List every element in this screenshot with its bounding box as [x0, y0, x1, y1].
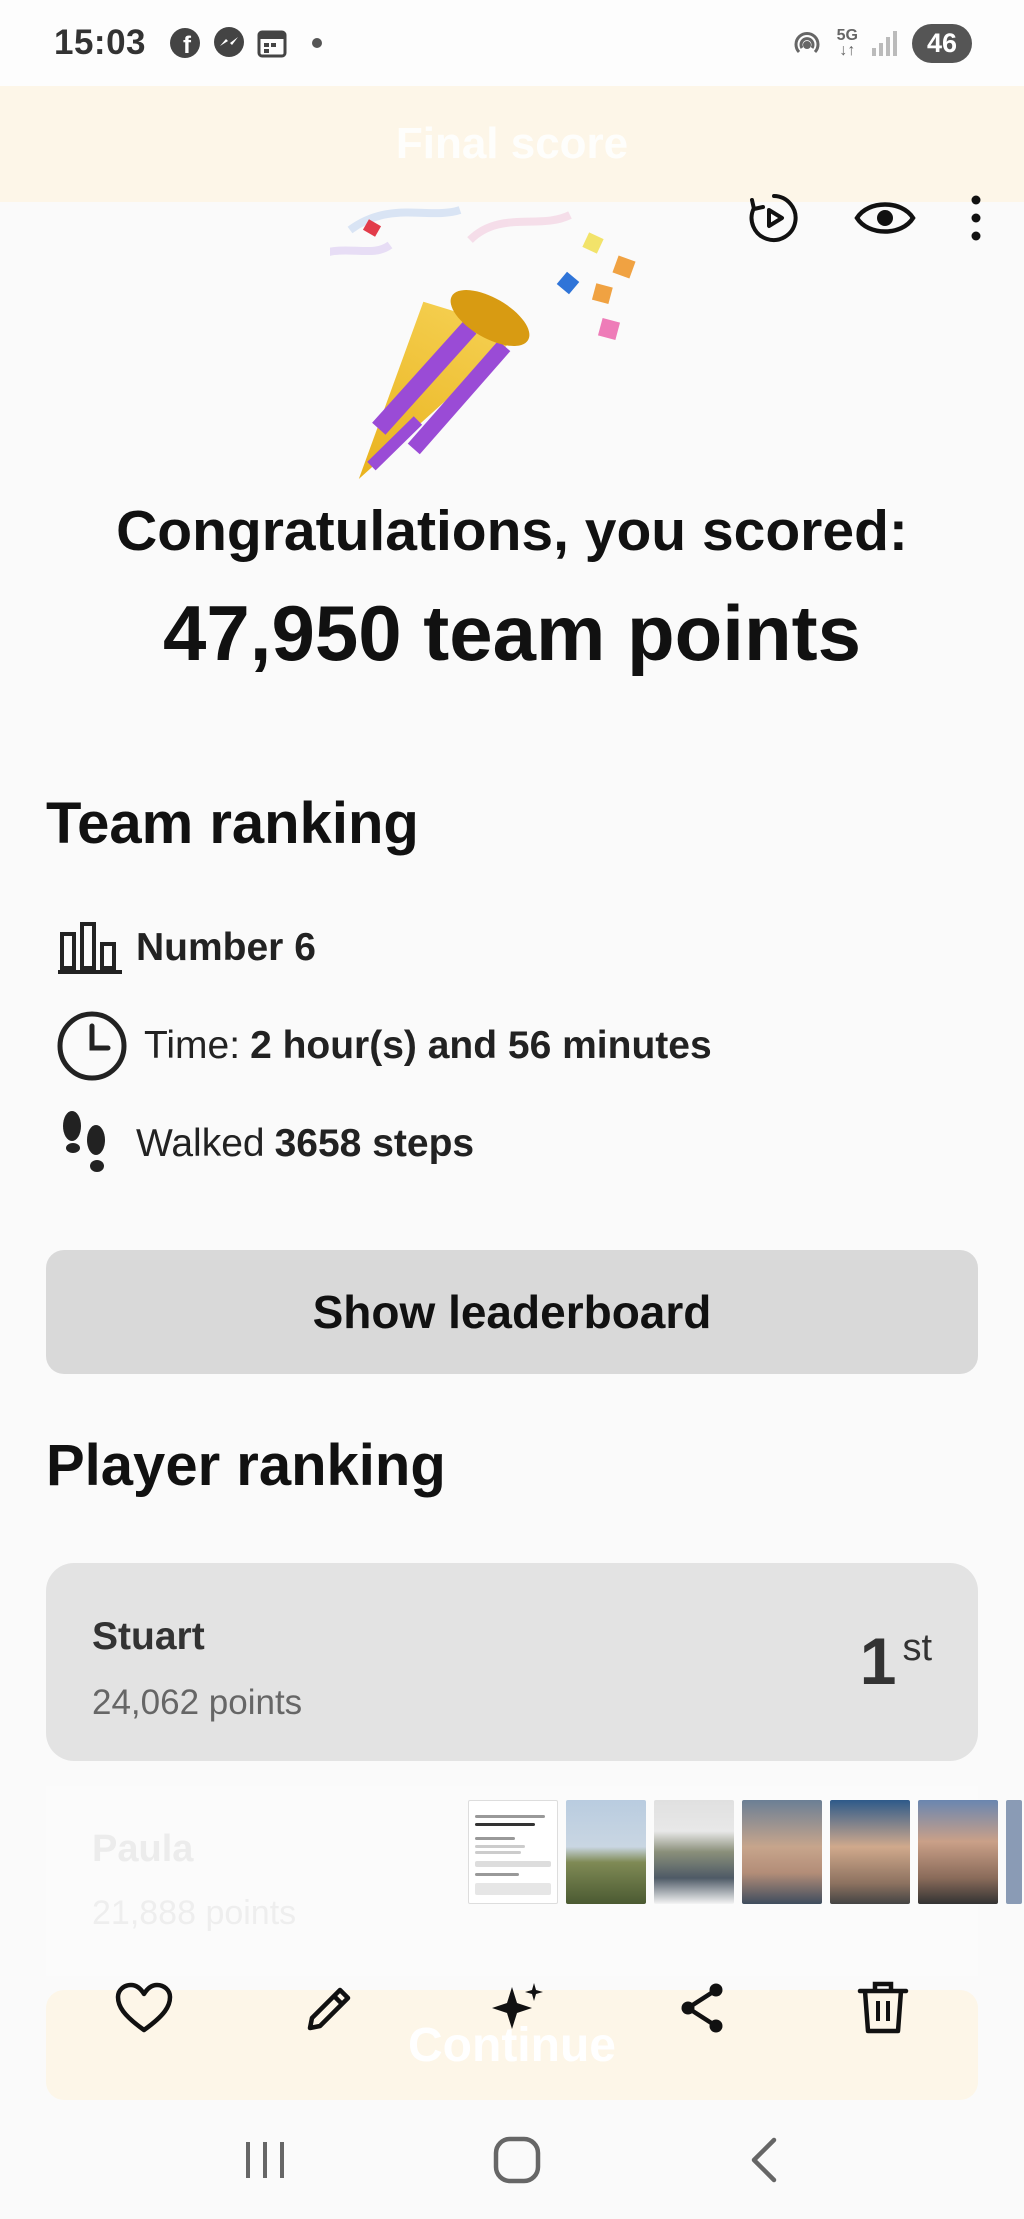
- status-bar: 15:03 f 5G ↓↑ 46: [0, 0, 1024, 86]
- player-ranking-heading: Player ranking: [46, 1433, 446, 1498]
- battery-indicator: 46: [912, 23, 972, 63]
- steps-label: Walked: [136, 1122, 265, 1165]
- footprints-icon: [63, 1111, 105, 1172]
- messenger-icon: [214, 27, 245, 57]
- party-popper-icon: [330, 206, 636, 480]
- time-value: 2 hour(s) and 56 minutes: [250, 1024, 712, 1067]
- facebook-icon: f: [170, 28, 201, 59]
- heart-icon[interactable]: [115, 1982, 173, 2034]
- edit-icon[interactable]: [302, 1980, 358, 2036]
- thumbnail-photo[interactable]: [830, 1800, 910, 1904]
- hotspot-icon: [794, 32, 820, 54]
- recent-apps-icon[interactable]: [240, 2136, 290, 2184]
- system-nav-bar: [0, 2100, 1024, 2219]
- player-name: Stuart: [92, 1615, 205, 1658]
- 5g-icon: 5G ↓↑: [836, 27, 858, 59]
- thumbnail-photo[interactable]: [1006, 1800, 1022, 1904]
- back-icon[interactable]: [744, 2134, 784, 2186]
- page-title: Final score: [395, 119, 629, 168]
- player-points: 21,888 points: [92, 1894, 297, 1932]
- trash-icon[interactable]: [857, 1979, 909, 2037]
- player-place: 1st: [859, 1624, 932, 1698]
- more-icon[interactable]: [968, 193, 984, 243]
- thumbnail-photo[interactable]: [566, 1800, 646, 1904]
- gallery-thumbnail-strip: [468, 1800, 1022, 1904]
- time-label: Time:: [144, 1024, 241, 1067]
- svg-text:f: f: [183, 32, 192, 59]
- share-icon[interactable]: [676, 1980, 728, 2036]
- home-icon[interactable]: [491, 2134, 543, 2186]
- ranking-bars-icon: [58, 922, 122, 974]
- steps-value: 3658 steps: [274, 1122, 475, 1165]
- thumbnail-current-screenshot[interactable]: [468, 1800, 558, 1904]
- show-leaderboard-button[interactable]: Show leaderboard: [46, 1250, 978, 1374]
- clock-icon: [57, 1011, 127, 1081]
- sparkle-icon[interactable]: [488, 1979, 546, 2037]
- thumbnail-photo[interactable]: [742, 1800, 822, 1904]
- eye-icon[interactable]: [854, 196, 916, 240]
- signal-icon: [872, 31, 897, 56]
- team-rank-value: Number 6: [136, 926, 316, 969]
- player-card-1[interactable]: Stuart 24,062 points 1st: [46, 1563, 978, 1761]
- app-header: Final score: [0, 86, 1024, 202]
- thumbnail-photo[interactable]: [654, 1800, 734, 1904]
- calendar-icon: [257, 30, 287, 58]
- team-score: 47,950 team points: [163, 589, 861, 677]
- congrats-text: Congratulations, you scored:: [116, 499, 908, 563]
- gallery-action-bar: [0, 1966, 1024, 2050]
- viewer-actions: [746, 190, 984, 246]
- team-steps-row: Walked 3658 steps: [56, 1108, 474, 1180]
- team-time-row: Time: 2 hour(s) and 56 minutes: [56, 1010, 712, 1082]
- team-ranking-heading: Team ranking: [46, 791, 419, 856]
- thumbnail-photo[interactable]: [918, 1800, 998, 1904]
- player-name: Paula: [92, 1828, 194, 1870]
- status-notification-icons: f: [168, 26, 323, 60]
- player-points: 24,062 points: [92, 1683, 303, 1722]
- team-rank-row: Number 6: [56, 920, 316, 976]
- remaster-icon[interactable]: [746, 190, 802, 246]
- status-time: 15:03: [54, 23, 147, 62]
- dot-icon: [312, 38, 323, 48]
- status-system-icons: 5G ↓↑ 46: [789, 23, 972, 63]
